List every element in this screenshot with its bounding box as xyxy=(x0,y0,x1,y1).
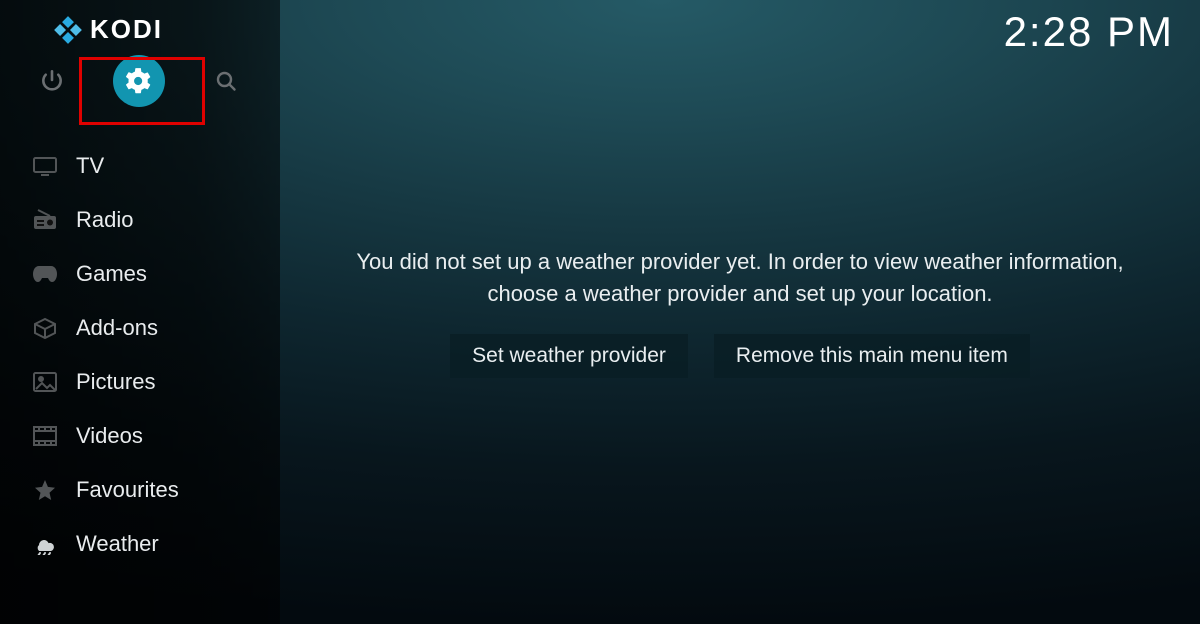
kodi-logo-icon xyxy=(54,16,82,44)
search-icon xyxy=(214,69,238,93)
weather-setup-message: You did not set up a weather provider ye… xyxy=(330,246,1150,310)
sidebar-item-label: TV xyxy=(76,153,104,179)
tv-icon xyxy=(28,155,62,177)
brand-text: KODI xyxy=(90,14,163,45)
sidebar-item-label: Favourites xyxy=(76,477,179,503)
sidebar: KODI xyxy=(0,0,280,624)
sidebar-item-label: Pictures xyxy=(76,369,155,395)
sidebar-item-label: Weather xyxy=(76,531,159,557)
app-logo: KODI xyxy=(0,0,280,55)
sidebar-item-addons[interactable]: Add-ons xyxy=(0,301,280,355)
sidebar-item-videos[interactable]: Videos xyxy=(0,409,280,463)
main-content: You did not set up a weather provider ye… xyxy=(280,0,1200,624)
weather-icon xyxy=(28,533,62,555)
gear-icon xyxy=(113,55,165,107)
picture-icon xyxy=(28,371,62,393)
film-icon xyxy=(28,425,62,447)
sidebar-item-tv[interactable]: TV xyxy=(0,139,280,193)
remove-menu-item-button[interactable]: Remove this main menu item xyxy=(714,334,1030,378)
settings-button[interactable] xyxy=(84,55,194,107)
sidebar-item-games[interactable]: Games xyxy=(0,247,280,301)
main-menu: TV Radio Games Add-ons xyxy=(0,125,280,571)
gamepad-icon xyxy=(28,264,62,284)
sidebar-item-label: Videos xyxy=(76,423,143,449)
sidebar-item-label: Radio xyxy=(76,207,133,233)
sidebar-item-label: Games xyxy=(76,261,147,287)
sidebar-item-favourites[interactable]: Favourites xyxy=(0,463,280,517)
star-icon xyxy=(28,478,62,502)
radio-icon xyxy=(28,209,62,231)
box-icon xyxy=(28,316,62,340)
search-button[interactable] xyxy=(196,55,256,107)
set-weather-provider-button[interactable]: Set weather provider xyxy=(450,334,688,378)
top-icon-row xyxy=(0,55,280,125)
power-icon xyxy=(39,68,65,94)
sidebar-item-pictures[interactable]: Pictures xyxy=(0,355,280,409)
action-button-row: Set weather provider Remove this main me… xyxy=(450,334,1030,378)
sidebar-item-radio[interactable]: Radio xyxy=(0,193,280,247)
sidebar-item-label: Add-ons xyxy=(76,315,158,341)
sidebar-item-weather[interactable]: Weather xyxy=(0,517,280,571)
power-button[interactable] xyxy=(22,55,82,107)
